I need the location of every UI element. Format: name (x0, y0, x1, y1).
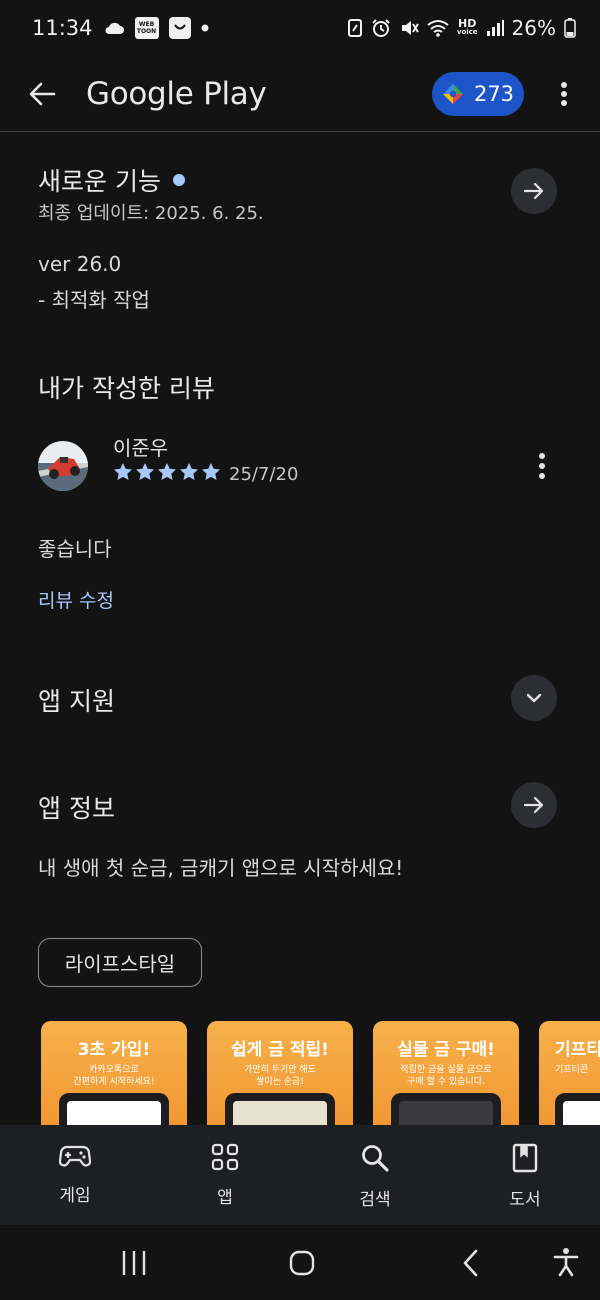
review-date: 25/7/20 (229, 464, 299, 485)
back-button[interactable] (28, 80, 56, 108)
nav-item-search[interactable]: 검색 (300, 1125, 450, 1225)
signal-icon (486, 19, 504, 37)
my-review-title: 내가 작성한 리뷰 (38, 374, 215, 403)
star-icon (136, 463, 154, 480)
arrow-right-icon (523, 182, 544, 200)
system-navigation-bar (0, 1225, 600, 1300)
chevron-down-icon (526, 693, 542, 703)
battery-percent: 26% (511, 16, 556, 40)
play-points-icon (442, 83, 463, 104)
review-more-button[interactable] (538, 452, 546, 484)
more-options-button[interactable] (552, 81, 576, 107)
screenshot-card[interactable]: 쉽게 금 적립! 가만히 두기만 해도 쌓이는 순금! (207, 1021, 353, 1125)
screenshot-title: 3초 가입! (77, 1040, 151, 1060)
status-time: 11:34 (32, 16, 93, 40)
home-icon (289, 1250, 315, 1276)
app-title: Google Play (86, 75, 267, 112)
play-points-button[interactable]: 273 (432, 71, 524, 116)
more-vert-icon (561, 81, 567, 106)
review-text: 좋습니다 (38, 537, 112, 561)
app-info-title: 앱 정보 (38, 794, 115, 823)
wifi-icon (427, 19, 449, 37)
nav-item-games[interactable]: 게임 (0, 1125, 150, 1225)
shopping-icon (168, 17, 191, 39)
category-chip[interactable]: 라이프스타일 (38, 938, 202, 987)
whats-new-arrow-button[interactable] (511, 168, 557, 214)
arrow-left-icon (29, 82, 56, 105)
new-indicator-dot (172, 174, 185, 186)
screenshot-subtitle: 기프티콘 (555, 1065, 589, 1075)
hd-voice-icon: HD voice (456, 17, 478, 36)
star-rating (113, 462, 221, 482)
more-vert-icon (539, 453, 545, 479)
nav-label: 도서 (509, 1190, 541, 1210)
nfc-icon (347, 18, 363, 38)
nav-label: 앱 (217, 1188, 233, 1208)
cloud-icon (103, 21, 125, 35)
recent-apps-icon (122, 1251, 146, 1275)
play-points-count: 273 (473, 81, 515, 106)
screenshot-title: 실물 금 구매! (397, 1040, 495, 1060)
dot-icon (201, 24, 209, 32)
screenshot-title: 쉽게 금 적립! (231, 1040, 329, 1060)
last-updated: 최종 업데이트: 2025. 6. 25. (38, 203, 264, 224)
screenshot-card[interactable]: 실물 금 구매! 적립한 금을 실물 금으로 구매 할 수 있습니다. (373, 1021, 519, 1125)
app-support-expand-button[interactable] (511, 675, 557, 721)
bottom-navigation: 게임 앱 검색 도서 (0, 1125, 600, 1225)
status-bar: 11:34 WEB TOON HD voice 26% (0, 0, 600, 56)
star-icon (180, 463, 198, 480)
book-icon (512, 1143, 538, 1173)
recent-apps-button[interactable] (120, 1250, 148, 1280)
gamepad-icon (59, 1145, 91, 1167)
arrow-right-icon (523, 796, 544, 814)
nav-item-apps[interactable]: 앱 (150, 1125, 300, 1225)
phone-mockup (555, 1093, 600, 1125)
phone-mockup (59, 1093, 169, 1125)
webtoon-icon: WEB TOON (134, 17, 159, 39)
app-support-title: 앱 지원 (38, 687, 115, 716)
app-bar: Google Play 273 (0, 56, 600, 132)
screenshot-card[interactable]: 3초 가입! 카카오톡으로 간편하게 시작하세요! (41, 1021, 187, 1125)
app-description: 내 생애 첫 순금, 금캐기 앱으로 시작하세요! (38, 856, 404, 880)
star-icon (202, 463, 220, 480)
screenshot-subtitle: 가만히 두기만 해도 쌓이는 순금! (244, 1065, 316, 1087)
mute-icon (399, 18, 419, 38)
screenshot-title: 기프티 (555, 1040, 600, 1060)
nav-item-books[interactable]: 도서 (450, 1125, 600, 1225)
app-info-arrow-button[interactable] (511, 782, 557, 828)
nav-label: 검색 (359, 1190, 391, 1210)
star-icon (114, 463, 132, 480)
version-text: ver 26.0 (38, 252, 122, 276)
home-button[interactable] (289, 1250, 315, 1280)
nav-label: 게임 (59, 1186, 91, 1206)
phone-mockup (391, 1093, 501, 1125)
screenshot-subtitle: 카카오톡으로 간편하게 시작하세요! (73, 1065, 155, 1087)
screenshot-card[interactable]: 기프티 기프티콘 (539, 1021, 600, 1125)
star-icon (158, 463, 176, 480)
back-nav-button[interactable] (462, 1249, 480, 1281)
reviewer-name: 이준우 (113, 436, 169, 460)
accessibility-button[interactable] (553, 1247, 579, 1281)
whats-new-title: 새로운 기능 (38, 167, 161, 196)
edit-review-link[interactable]: 리뷰 수정 (38, 586, 114, 613)
accessibility-icon (553, 1248, 579, 1277)
alarm-icon (371, 18, 391, 38)
search-icon (362, 1145, 389, 1172)
whats-new-heading: 새로운 기능 (38, 162, 185, 198)
battery-icon (564, 18, 576, 38)
screenshot-subtitle: 적립한 금을 실물 금으로 구매 할 수 있습니다. (400, 1065, 492, 1087)
avatar (38, 441, 88, 491)
apps-grid-icon (211, 1143, 239, 1171)
release-notes: - 최적화 작업 (38, 288, 150, 312)
screenshot-carousel[interactable]: 3초 가입! 카카오톡으로 간편하게 시작하세요! 쉽게 금 적립! 가만히 두… (41, 1021, 600, 1125)
phone-mockup (225, 1093, 335, 1125)
chevron-left-icon (463, 1249, 478, 1277)
